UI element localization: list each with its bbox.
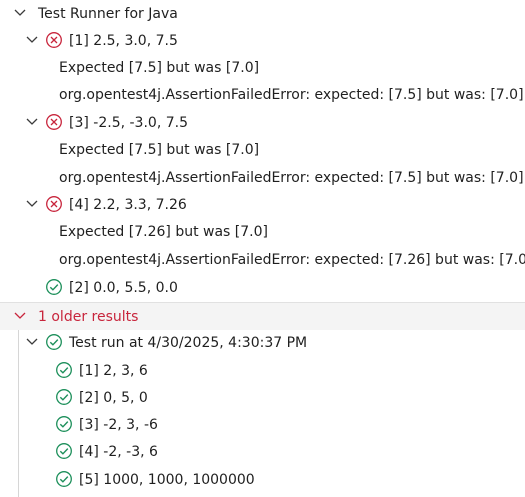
test-item-passed[interactable]: [4] -2, -3, 6 bbox=[0, 438, 525, 465]
test-item-passed[interactable]: [5] 1000, 1000, 1000000 bbox=[0, 466, 525, 493]
test-run-label: Test run at 4/30/2025, 4:30:37 PM bbox=[69, 334, 308, 351]
check-circle-icon bbox=[56, 443, 72, 459]
test-run-node[interactable]: Test run at 4/30/2025, 4:30:37 PM bbox=[0, 329, 525, 356]
stack-trace-text: org.opentest4j.AssertionFailedError: exp… bbox=[59, 251, 525, 268]
stack-trace-text: org.opentest4j.AssertionFailedError: exp… bbox=[59, 169, 524, 186]
chevron-down-icon[interactable] bbox=[13, 6, 27, 20]
test-label: [2] 0, 5, 0 bbox=[79, 389, 148, 406]
check-circle-icon bbox=[56, 362, 72, 378]
failure-message-text: Expected [7.26] but was [7.0] bbox=[59, 223, 268, 240]
test-item-passed[interactable]: [2] 0, 5, 0 bbox=[0, 384, 525, 411]
stack-trace-line[interactable]: org.opentest4j.AssertionFailedError: exp… bbox=[0, 81, 525, 108]
chevron-down-icon[interactable] bbox=[25, 115, 39, 129]
test-label: [1] 2.5, 3.0, 7.5 bbox=[69, 32, 178, 49]
chevron-down-icon[interactable] bbox=[25, 197, 39, 211]
error-circle-icon bbox=[46, 32, 62, 48]
check-circle-icon bbox=[56, 471, 72, 487]
error-circle-icon bbox=[46, 114, 62, 130]
test-label: [3] -2, 3, -6 bbox=[79, 416, 158, 433]
root-node[interactable]: Test Runner for Java bbox=[0, 0, 525, 27]
check-circle-icon bbox=[46, 279, 62, 295]
stack-trace-line[interactable]: org.opentest4j.AssertionFailedError: exp… bbox=[0, 246, 525, 273]
older-results-header[interactable]: 1 older results bbox=[0, 303, 525, 330]
failure-message[interactable]: Expected [7.5] but was [7.0] bbox=[0, 136, 525, 163]
chevron-down-icon[interactable] bbox=[25, 335, 39, 349]
test-item-failed[interactable]: [4] 2.2, 3.3, 7.26 bbox=[0, 191, 525, 218]
failure-message-text: Expected [7.5] but was [7.0] bbox=[59, 141, 260, 158]
stack-trace-text: org.opentest4j.AssertionFailedError: exp… bbox=[59, 86, 524, 103]
stack-trace-line[interactable]: org.opentest4j.AssertionFailedError: exp… bbox=[0, 164, 525, 191]
failure-message-text: Expected [7.5] but was [7.0] bbox=[59, 59, 260, 76]
test-label: [1] 2, 3, 6 bbox=[79, 362, 148, 379]
check-circle-icon bbox=[56, 416, 72, 432]
test-item-failed[interactable]: [1] 2.5, 3.0, 7.5 bbox=[0, 27, 525, 54]
test-label: [3] -2.5, -3.0, 7.5 bbox=[69, 114, 188, 131]
test-label: [5] 1000, 1000, 1000000 bbox=[79, 471, 255, 488]
chevron-down-icon[interactable] bbox=[25, 33, 39, 47]
failure-message[interactable]: Expected [7.5] but was [7.0] bbox=[0, 54, 525, 81]
check-circle-icon bbox=[56, 389, 72, 405]
error-circle-icon bbox=[46, 196, 62, 212]
root-label: Test Runner for Java bbox=[38, 5, 178, 22]
chevron-down-icon[interactable] bbox=[13, 309, 27, 323]
test-item-passed[interactable]: [3] -2, 3, -6 bbox=[0, 411, 525, 438]
test-label: [4] -2, -3, 6 bbox=[79, 443, 158, 460]
failure-message[interactable]: Expected [7.26] but was [7.0] bbox=[0, 218, 525, 245]
test-item-passed[interactable]: [1] 2, 3, 6 bbox=[0, 357, 525, 384]
test-label: [4] 2.2, 3.3, 7.26 bbox=[69, 196, 187, 213]
older-results-label: 1 older results bbox=[38, 308, 139, 325]
check-circle-icon bbox=[46, 334, 62, 350]
test-item-passed[interactable]: [2] 0.0, 5.5, 0.0 bbox=[0, 274, 525, 301]
test-label: [2] 0.0, 5.5, 0.0 bbox=[69, 279, 178, 296]
older-results-section[interactable]: 1 older results bbox=[0, 302, 525, 330]
test-item-failed[interactable]: [3] -2.5, -3.0, 7.5 bbox=[0, 109, 525, 136]
